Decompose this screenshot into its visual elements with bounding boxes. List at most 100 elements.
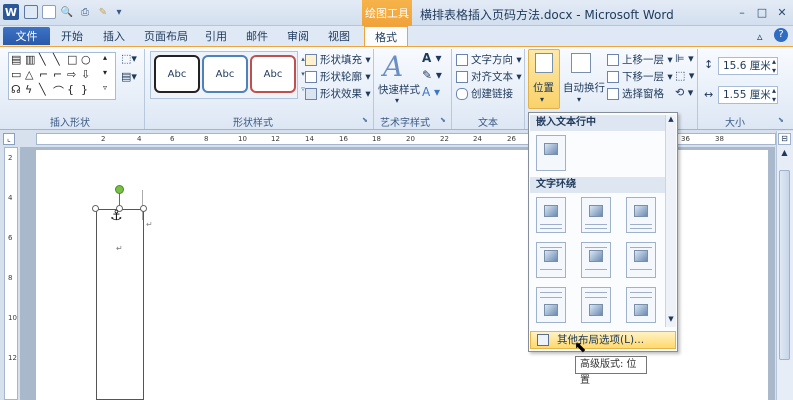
position-option-inline[interactable] <box>536 135 566 171</box>
bring-forward-button[interactable]: 上移一层 ▾ <box>607 52 673 67</box>
wrap-text-button[interactable]: 自动换行 <box>563 80 605 95</box>
text-fill-icon[interactable]: A ▾ <box>422 51 442 65</box>
position-option-bottom-left[interactable] <box>536 287 566 323</box>
right-arrow-shape-icon[interactable]: ⇨ <box>67 68 76 81</box>
width-input[interactable]: 1.55 厘米 <box>718 86 778 104</box>
dropdown-scrollbar[interactable]: ▲ ▼ <box>665 115 676 327</box>
wrap-text-dropdown-icon[interactable]: ▾ <box>577 95 581 104</box>
position-option-middle-center[interactable] <box>581 242 611 278</box>
curve-shape-icon[interactable]: ╲ <box>39 83 46 96</box>
scroll-up-icon[interactable]: ▲ <box>778 148 791 161</box>
elbow-connector-icon[interactable]: ⌐ <box>39 68 48 81</box>
shape-effects-button[interactable]: 形状效果 ▾ <box>305 86 371 101</box>
freeform-shape-icon[interactable]: ☊ <box>11 83 21 96</box>
word-app-icon[interactable]: W <box>3 4 19 20</box>
right-brace-shape-icon[interactable]: } <box>81 83 88 96</box>
tab-mailings[interactable]: 邮件 <box>246 28 268 44</box>
send-backward-button[interactable]: 下移一层 ▾ <box>607 69 673 84</box>
quick-styles-label[interactable]: 快速样式 <box>378 82 420 97</box>
ruler-toggle-icon[interactable]: ⊟ <box>778 133 791 145</box>
triangle-shape-icon[interactable]: △ <box>25 68 33 81</box>
shape-styles-launcher-icon[interactable]: ⬊ <box>362 116 370 124</box>
tab-selector-icon[interactable]: ⌞ <box>3 133 15 145</box>
rotate-icon[interactable]: ⟲ ▾ <box>675 86 693 99</box>
resize-handle-top-right[interactable] <box>140 205 147 212</box>
resize-handle-top-left[interactable] <box>92 205 99 212</box>
format-painter-icon[interactable]: ✎ <box>96 5 110 19</box>
close-button[interactable]: ✕ <box>774 6 790 20</box>
restore-button[interactable]: □ <box>754 6 770 20</box>
shapes-gallery[interactable]: ▤ ▥ ╲ ╲ □ ○ ▭ △ ⌐ ⌐ ⇨ ⇩ ☊ ϟ ╲ ⌒ { } ▴ ▾ … <box>8 52 116 100</box>
align-icon[interactable]: ⊫ ▾ <box>675 52 694 65</box>
save-icon[interactable] <box>24 5 38 19</box>
minimize-button[interactable]: – <box>734 6 750 20</box>
style-sample-blue[interactable]: Abc <box>202 55 248 93</box>
new-document-icon[interactable] <box>42 5 56 19</box>
width-spinner-icon[interactable]: ▴ ▾ <box>772 86 776 104</box>
wordart-quick-styles-icon[interactable]: A <box>383 50 403 83</box>
tab-review[interactable]: 审阅 <box>287 28 309 44</box>
create-link-button[interactable]: 创建链接 <box>456 86 513 101</box>
style-sample-black[interactable]: Abc <box>154 55 200 93</box>
edit-shape-icon[interactable]: ⬚▾ <box>121 52 137 65</box>
tab-page-layout[interactable]: 页面布局 <box>144 28 188 44</box>
scrollbar-thumb[interactable] <box>779 170 790 360</box>
customize-quick-access-icon[interactable]: ▾ <box>112 5 126 19</box>
group-objects-icon[interactable]: ⬚ ▾ <box>675 69 694 82</box>
lightning-shape-icon[interactable]: ϟ <box>25 83 32 96</box>
position-option-top-center[interactable] <box>581 197 611 233</box>
tab-home[interactable]: 开始 <box>61 28 83 44</box>
arrow-shape-icon[interactable]: ╲ <box>53 53 60 66</box>
print-preview-icon[interactable]: 🔍 <box>60 5 74 19</box>
position-option-bottom-center[interactable] <box>581 287 611 323</box>
height-spinner-icon[interactable]: ▴ ▾ <box>772 57 776 75</box>
left-brace-shape-icon[interactable]: { <box>67 83 74 96</box>
tab-format[interactable]: 格式 <box>364 26 408 47</box>
curved-connector-icon[interactable]: ⌐ <box>53 68 62 81</box>
quick-styles-dropdown-icon[interactable]: ▾ <box>395 96 399 105</box>
print-icon[interactable]: ⎙ <box>78 5 92 19</box>
anchor-icon[interactable]: ⚓ <box>110 208 123 224</box>
style-sample-red[interactable]: Abc <box>250 55 296 93</box>
text-box-shape[interactable] <box>96 209 144 400</box>
gallery-expand-icon[interactable]: ▿ <box>103 83 107 92</box>
down-arrow-shape-icon[interactable]: ⇩ <box>81 68 90 81</box>
dropdown-scroll-down-icon[interactable]: ▼ <box>666 315 676 323</box>
tab-file[interactable]: 文件 <box>3 27 50 45</box>
position-option-middle-left[interactable] <box>536 242 566 278</box>
text-outline-icon[interactable]: ✎ ▾ <box>422 68 442 82</box>
gallery-scroll-down-icon[interactable]: ▾ <box>103 68 107 77</box>
rectangle-shape-icon[interactable]: □ <box>67 53 77 66</box>
selection-pane-button[interactable]: 选择窗格 <box>607 86 664 101</box>
vertical-ruler[interactable]: 2 4 6 8 10 12 <box>4 147 18 400</box>
text-direction-button[interactable]: 文字方向 ▾ <box>456 52 522 67</box>
rounded-rect-shape-icon[interactable]: ▭ <box>11 68 21 81</box>
rotation-handle[interactable] <box>115 185 124 194</box>
vertical-text-box-icon[interactable]: ▥ <box>25 53 35 66</box>
shape-fill-button[interactable]: 形状填充 ▾ <box>305 52 371 67</box>
gallery-scroll-up-icon[interactable]: ▴ <box>103 53 107 62</box>
more-layout-options-item[interactable]: 其他布局选项(L)... <box>530 331 676 349</box>
tab-insert[interactable]: 插入 <box>103 28 125 44</box>
line-shape-icon[interactable]: ╲ <box>39 53 46 66</box>
draw-textbox-icon[interactable]: ▤▾ <box>121 70 137 83</box>
tab-view[interactable]: 视图 <box>328 28 350 44</box>
size-launcher-icon[interactable]: ⬊ <box>778 116 786 124</box>
position-option-top-left[interactable] <box>536 197 566 233</box>
height-input[interactable]: 15.6 厘米 <box>718 57 778 75</box>
position-option-bottom-right[interactable] <box>626 287 656 323</box>
arc-shape-icon[interactable]: ⌒ <box>53 83 64 99</box>
wordart-launcher-icon[interactable]: ⬊ <box>440 116 448 124</box>
collapse-ribbon-icon[interactable]: ▵ <box>757 30 763 43</box>
text-effects-icon[interactable]: A ▾ <box>422 85 440 99</box>
text-box-shape-icon[interactable]: ▤ <box>11 53 21 66</box>
help-icon[interactable]: ? <box>774 28 788 42</box>
position-dropdown-icon: ▾ <box>540 95 545 104</box>
position-option-top-right[interactable] <box>626 197 656 233</box>
align-text-button[interactable]: 对齐文本 ▾ <box>456 69 522 84</box>
tab-references[interactable]: 引用 <box>205 28 227 44</box>
oval-shape-icon[interactable]: ○ <box>81 53 91 66</box>
dropdown-scroll-up-icon[interactable]: ▲ <box>666 115 676 123</box>
position-option-middle-right[interactable] <box>626 242 656 278</box>
shape-outline-button[interactable]: 形状轮廓 ▾ <box>305 69 371 84</box>
